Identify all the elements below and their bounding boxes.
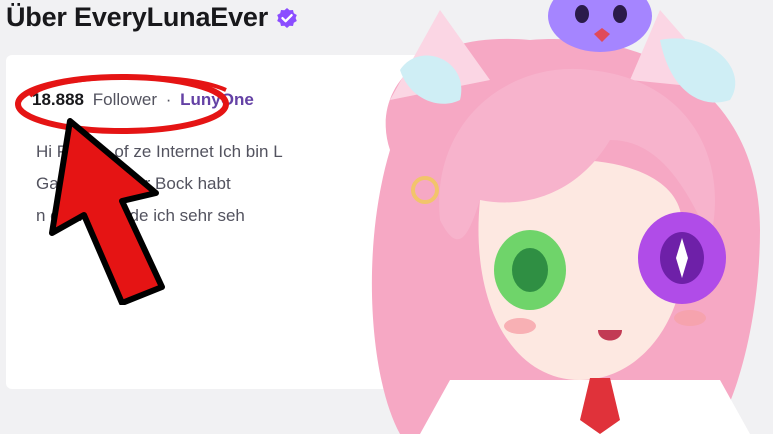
about-title: Über EveryLunaEver bbox=[6, 2, 269, 32]
vtuber-avatar-illustration bbox=[371, 0, 760, 434]
about-header: Über EveryLunaEver bbox=[6, 2, 298, 33]
red-arrow-icon bbox=[49, 118, 165, 305]
twitch-about-panel: Über EveryLunaEver 18.888 Follower · Lun… bbox=[0, 0, 773, 434]
verified-badge-icon bbox=[276, 7, 298, 29]
